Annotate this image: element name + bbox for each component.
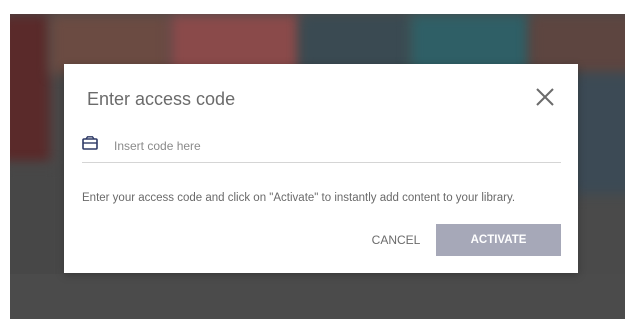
background-tile bbox=[10, 14, 50, 164]
background-tile bbox=[570, 74, 625, 194]
cancel-button[interactable]: CANCEL bbox=[356, 224, 436, 256]
activate-button[interactable]: ACTIVATE bbox=[436, 224, 561, 256]
access-code-dialog: Enter access code Enter your access code… bbox=[64, 64, 578, 273]
access-code-input[interactable] bbox=[114, 134, 554, 158]
background-strip bbox=[10, 274, 625, 319]
helper-text: Enter your access code and click on "Act… bbox=[82, 192, 516, 204]
access-code-field bbox=[82, 134, 561, 163]
close-icon bbox=[534, 86, 556, 108]
close-button[interactable] bbox=[534, 86, 556, 108]
ticket-icon bbox=[82, 136, 98, 150]
dialog-title: Enter access code bbox=[87, 89, 236, 109]
